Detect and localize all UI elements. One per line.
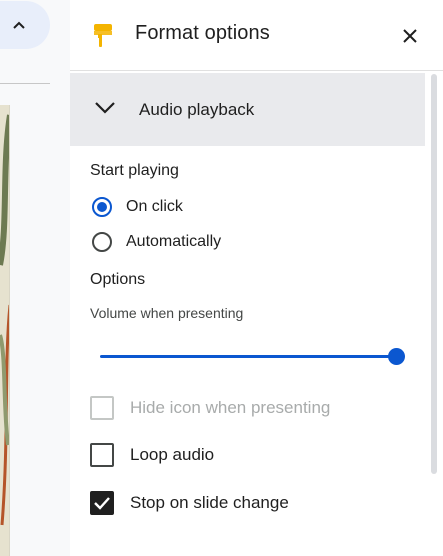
panel-scrollbar[interactable] — [431, 74, 437, 474]
start-playing-heading: Start playing — [90, 162, 179, 179]
strip-divider — [0, 83, 50, 84]
audio-playback-section-header[interactable]: Audio playback — [70, 73, 425, 146]
panel-header: Format options — [70, 0, 443, 70]
checkbox-stop-on-slide-change[interactable]: Stop on slide change — [90, 491, 289, 515]
section-title: Audio playback — [139, 100, 255, 119]
header-divider — [70, 70, 443, 71]
checkbox — [90, 396, 114, 420]
checkbox[interactable] — [90, 443, 114, 467]
format-options-panel: Format options Audio playback Start play… — [70, 0, 443, 556]
chevron-down-icon — [95, 102, 115, 114]
options-heading: Options — [90, 271, 146, 288]
collapse-button[interactable] — [0, 1, 50, 49]
slider-track — [100, 355, 396, 358]
volume-label: Volume when presenting — [90, 305, 244, 321]
paint-roller-icon — [94, 24, 112, 47]
radio-button[interactable] — [92, 232, 112, 252]
checkbox-loop-audio[interactable]: Loop audio — [90, 443, 214, 467]
checkbox[interactable] — [90, 491, 114, 515]
checkbox-label: Loop audio — [130, 445, 215, 464]
volume-slider[interactable] — [100, 346, 405, 368]
close-icon[interactable] — [400, 26, 420, 46]
radio-automatically[interactable]: Automatically — [92, 232, 221, 252]
slide-thumbnail[interactable] — [0, 105, 10, 556]
chevron-up-icon — [13, 21, 25, 29]
checkbox-label: Stop on slide change — [130, 493, 289, 512]
slider-thumb[interactable] — [388, 348, 405, 365]
checkbox-label: Hide icon when presenting — [130, 398, 331, 417]
radio-button[interactable] — [92, 197, 112, 217]
radio-label: Automatically — [126, 233, 222, 250]
slide-artwork — [0, 114, 9, 526]
left-canvas-strip — [0, 0, 72, 556]
checkmark-icon — [94, 497, 110, 510]
panel-title: Format options — [135, 22, 270, 44]
radio-on-click[interactable]: On click — [92, 197, 183, 217]
checkbox-hide-icon: Hide icon when presenting — [90, 396, 330, 420]
radio-label: On click — [126, 198, 183, 215]
